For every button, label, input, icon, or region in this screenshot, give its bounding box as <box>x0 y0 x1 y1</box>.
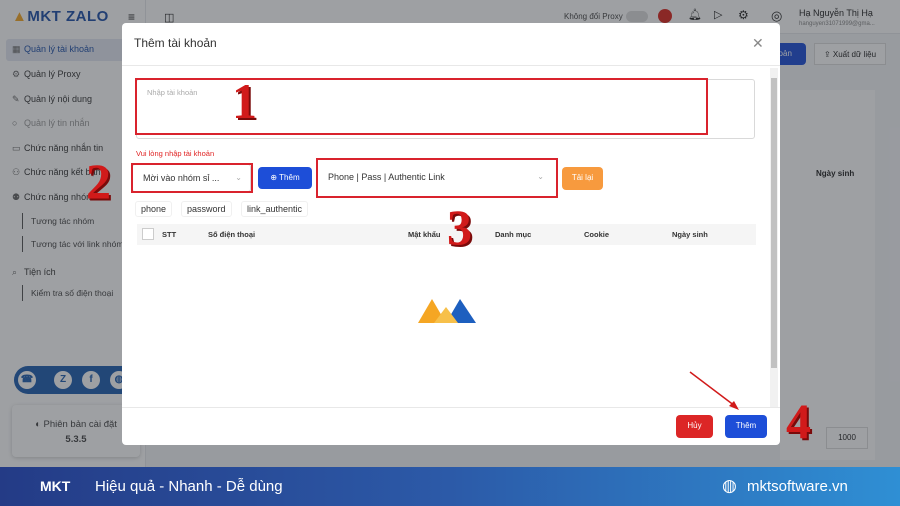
add-category-button[interactable]: ⊕ Thêm <box>258 167 312 189</box>
annotation-arrow-icon <box>689 371 739 410</box>
plus-circle-icon: ⊕ <box>270 173 280 182</box>
annotation-number-3: 3 <box>447 199 472 255</box>
select-all-checkbox[interactable] <box>142 228 154 240</box>
website-link[interactable]: mktsoftware.vn <box>747 478 848 495</box>
column-birthday: Ngày sinh <box>672 230 708 239</box>
column-category: Danh mục <box>495 230 532 239</box>
column-password: Mật khẩu <box>408 230 441 239</box>
slogan: Hiệu quả - Nhanh - Dễ dùng <box>95 478 283 495</box>
column-phone: Số điện thoại <box>208 230 256 239</box>
field-tag-phone[interactable]: phone <box>135 201 173 217</box>
annotation-box-2 <box>131 163 253 193</box>
annotation-number-4: 4 <box>786 393 811 449</box>
annotation-box-1 <box>135 78 708 135</box>
globe-icon: ◍ <box>722 476 737 495</box>
reload-button[interactable]: Tải lại <box>562 167 603 190</box>
close-icon[interactable]: ✕ <box>752 35 764 52</box>
annotation-number-2: 2 <box>86 153 111 209</box>
validation-error: Vui lòng nhập tài khoản <box>136 149 215 158</box>
promo-banner: MKT Hiệu quả - Nhanh - Dễ dùng ◍ mktsoft… <box>0 467 900 506</box>
column-cookie: Cookie <box>584 230 610 239</box>
modal-scrollbar[interactable] <box>770 68 778 408</box>
submit-button[interactable]: Thêm <box>725 415 767 438</box>
cancel-button[interactable]: Hủy <box>676 415 713 438</box>
loading-logo-icon <box>418 299 476 323</box>
divider <box>122 65 780 66</box>
annotation-number-1: 1 <box>232 73 257 129</box>
column-stt: STT <box>162 230 177 239</box>
annotation-box-3 <box>316 158 558 198</box>
divider <box>122 407 780 408</box>
field-tag-password[interactable]: password <box>181 201 232 217</box>
field-tag-link-authentic[interactable]: link_authentic <box>241 201 309 217</box>
mkt-logo: MKT <box>40 478 71 494</box>
modal-title: Thêm tài khoản <box>134 36 217 50</box>
